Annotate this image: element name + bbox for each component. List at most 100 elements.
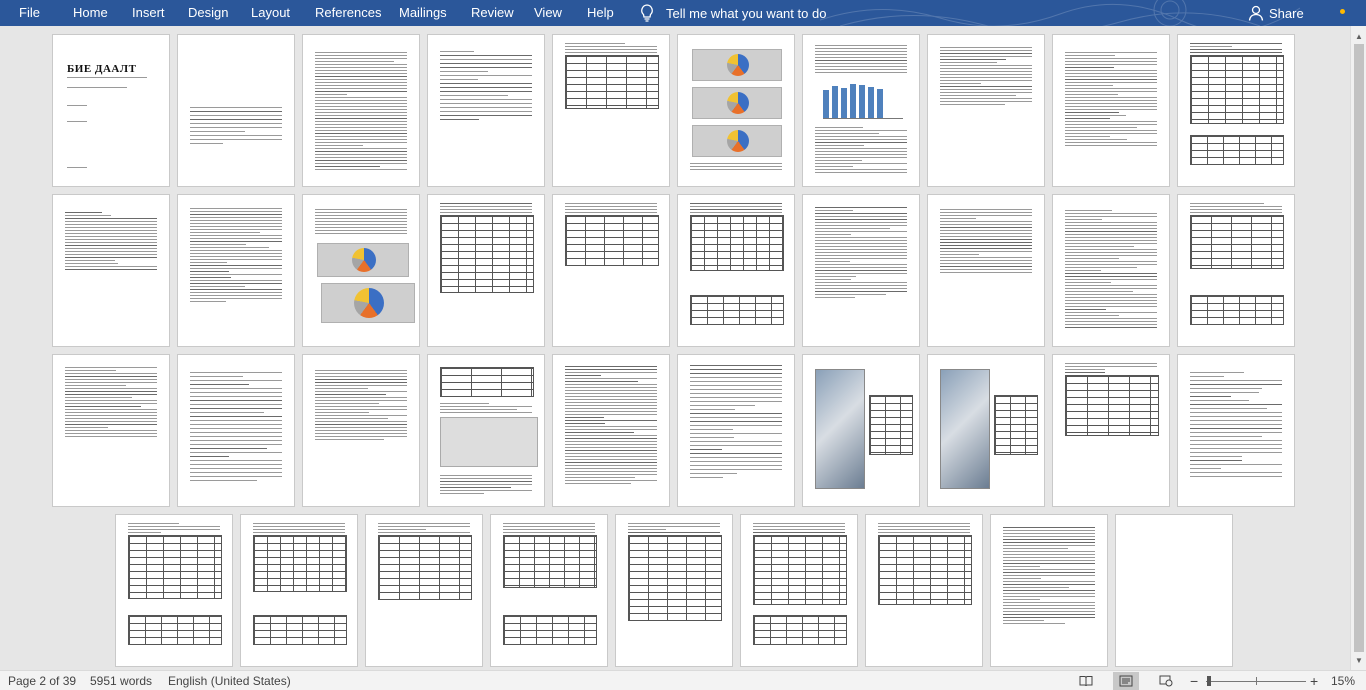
- document-page[interactable]: [677, 34, 795, 187]
- document-page[interactable]: [615, 514, 733, 667]
- tab-home[interactable]: Home: [73, 0, 108, 26]
- zoom-slider-thumb[interactable]: [1207, 676, 1211, 686]
- scrollbar-thumb[interactable]: [1354, 44, 1364, 652]
- document-page[interactable]: [927, 34, 1045, 187]
- text-line: [1003, 557, 1095, 558]
- document-page[interactable]: [177, 194, 295, 347]
- document-page[interactable]: [427, 194, 545, 347]
- document-page[interactable]: [740, 514, 858, 667]
- text-line: [1003, 581, 1095, 582]
- text-line: [753, 532, 845, 533]
- document-canvas[interactable]: БИЕ ДААЛТ: [0, 26, 1350, 670]
- plus-icon[interactable]: +: [1310, 671, 1318, 690]
- document-page[interactable]: [115, 514, 233, 667]
- document-page[interactable]: [490, 514, 608, 667]
- document-page[interactable]: [1052, 354, 1170, 507]
- document-page[interactable]: [365, 514, 483, 667]
- print-layout-button[interactable]: [1113, 672, 1139, 690]
- chevron-up-icon[interactable]: ▲: [1351, 28, 1366, 44]
- text-line: [1065, 240, 1157, 241]
- word-count[interactable]: 5951 words: [90, 671, 152, 690]
- vertical-scrollbar[interactable]: ▲ ▼: [1350, 26, 1366, 670]
- tab-view[interactable]: View: [534, 0, 562, 26]
- document-page[interactable]: [1052, 194, 1170, 347]
- document-page[interactable]: [1177, 354, 1295, 507]
- text-line: [190, 376, 243, 377]
- text-line: [565, 387, 657, 388]
- text-line: [940, 257, 1032, 258]
- text-line: [1065, 327, 1157, 328]
- tab-file[interactable]: File: [19, 0, 40, 26]
- text-line: [315, 52, 407, 53]
- text-line: [315, 224, 407, 225]
- table-thumbnail: [1190, 135, 1284, 165]
- document-page[interactable]: [1177, 34, 1295, 187]
- web-layout-button[interactable]: [1153, 672, 1179, 690]
- page-counter[interactable]: Page 2 of 39: [8, 671, 76, 690]
- tab-insert[interactable]: Insert: [132, 0, 165, 26]
- tab-mailings[interactable]: Mailings: [399, 0, 447, 26]
- share-button[interactable]: Share: [1248, 0, 1304, 26]
- minus-icon[interactable]: −: [1190, 671, 1198, 690]
- document-page[interactable]: [302, 34, 420, 187]
- tab-help[interactable]: Help: [587, 0, 614, 26]
- bar-graphic: [832, 86, 838, 118]
- text-line: [565, 438, 657, 439]
- read-mode-button[interactable]: [1073, 672, 1099, 690]
- document-page[interactable]: [677, 194, 795, 347]
- document-page[interactable]: [552, 194, 670, 347]
- text-line: [65, 394, 157, 395]
- text-line: [940, 245, 1032, 246]
- text-line: [1003, 566, 1041, 567]
- text-line: [440, 67, 532, 68]
- document-page[interactable]: [52, 194, 170, 347]
- text-line: [1065, 115, 1126, 116]
- document-page[interactable]: [1177, 194, 1295, 347]
- text-line: [440, 87, 532, 88]
- document-page[interactable]: [240, 514, 358, 667]
- text-line: [878, 523, 970, 524]
- language-indicator[interactable]: English (United States): [168, 671, 291, 690]
- tell-me-box[interactable]: Tell me what you want to do: [640, 0, 826, 26]
- document-page[interactable]: [1052, 34, 1170, 187]
- document-page[interactable]: [802, 354, 920, 507]
- document-page[interactable]: [677, 354, 795, 507]
- document-page[interactable]: [427, 34, 545, 187]
- text-line: [940, 254, 980, 255]
- document-page[interactable]: [552, 34, 670, 187]
- document-page[interactable]: [552, 354, 670, 507]
- document-page[interactable]: [990, 514, 1108, 667]
- text-line: [1190, 372, 1245, 373]
- text-line: [565, 408, 657, 409]
- chevron-down-icon[interactable]: ▼: [1351, 652, 1366, 668]
- tab-review[interactable]: Review: [471, 0, 514, 26]
- text-line: [815, 225, 907, 226]
- text-line: [940, 215, 1032, 216]
- text-line: [1065, 267, 1137, 268]
- document-page[interactable]: [927, 354, 1045, 507]
- text-line: [1190, 384, 1282, 385]
- document-page[interactable]: [302, 194, 420, 347]
- document-page[interactable]: [865, 514, 983, 667]
- document-page[interactable]: [52, 354, 170, 507]
- document-page[interactable]: [177, 354, 295, 507]
- equipment-photo: [940, 369, 990, 489]
- document-page[interactable]: БИЕ ДААЛТ: [52, 34, 170, 187]
- text-line: [940, 98, 1032, 99]
- document-page[interactable]: [802, 194, 920, 347]
- text-line: [190, 223, 282, 224]
- document-page[interactable]: [302, 354, 420, 507]
- text-line: [440, 409, 517, 410]
- tab-design[interactable]: Design: [188, 0, 228, 26]
- tab-references[interactable]: References: [315, 0, 381, 26]
- document-page[interactable]: [927, 194, 1045, 347]
- document-page[interactable]: [1115, 514, 1233, 667]
- text-line: [1190, 404, 1282, 405]
- document-page[interactable]: [427, 354, 545, 507]
- document-page[interactable]: [177, 34, 295, 187]
- zoom-level[interactable]: 15%: [1331, 671, 1355, 690]
- tab-layout[interactable]: Layout: [251, 0, 290, 26]
- text-line: [315, 115, 407, 116]
- text-line: [565, 390, 657, 391]
- document-page[interactable]: [802, 34, 920, 187]
